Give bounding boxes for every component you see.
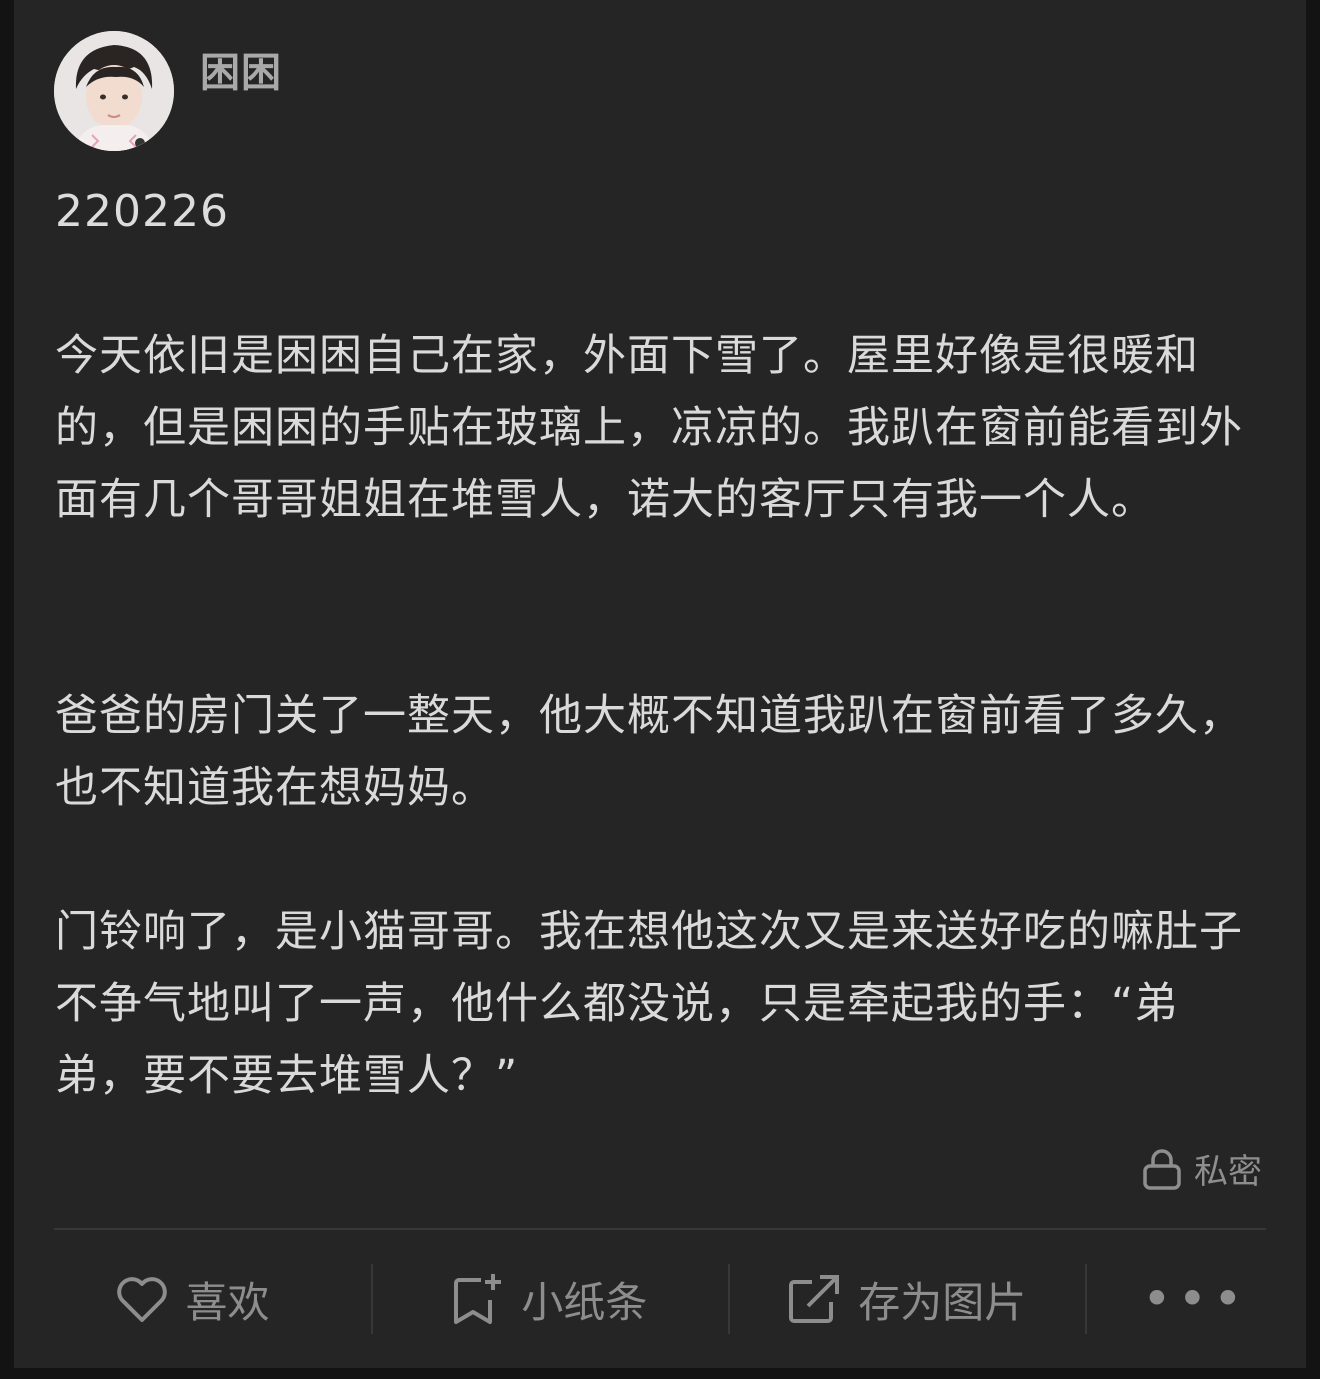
save-image-button[interactable]: 存为图片 <box>727 1262 1085 1336</box>
post-card: 困困 220226 今天依旧是困困自己在家，外面下雪了。屋里好像是很暖和的，但是… <box>14 0 1306 1368</box>
note-add-icon <box>454 1274 502 1324</box>
avatar[interactable] <box>54 31 174 151</box>
privacy-label: 私密 <box>1194 1152 1262 1192</box>
like-label: 喜欢 <box>185 1277 270 1327</box>
note-label: 小纸条 <box>521 1277 648 1327</box>
post-date: 220226 <box>55 186 229 237</box>
share-icon <box>789 1275 840 1323</box>
avatar-image <box>54 31 174 151</box>
post-paragraph: 门铃响了，是小猫哥哥。我在想他这次又是来送好吃的嘛肚子不争气地叫了一声，他什么都… <box>55 907 1243 1101</box>
post-paragraph: 爸爸的房门关了一整天，他大概不知道我趴在窗前看了多久，也不知道我在想妈妈。 <box>55 691 1243 813</box>
save-image-label: 存为图片 <box>858 1277 1027 1327</box>
privacy-indicator[interactable]: 私密 <box>1142 1144 1262 1193</box>
note-button[interactable]: 小纸条 <box>370 1262 728 1336</box>
lock-icon <box>1143 1148 1181 1190</box>
action-bar: 喜欢 小纸条 存为图片 ••• <box>14 1262 1306 1336</box>
more-button[interactable]: ••• <box>1084 1262 1306 1336</box>
heart-icon <box>117 1277 168 1322</box>
like-button[interactable]: 喜欢 <box>14 1262 371 1336</box>
author-name[interactable]: 困困 <box>200 40 282 98</box>
post-paragraph: 今天依旧是困困自己在家，外面下雪了。屋里好像是很暖和的，但是困困的手贴在玻璃上，… <box>55 331 1243 525</box>
more-icon: ••• <box>1142 1270 1249 1328</box>
divider <box>54 1228 1266 1230</box>
